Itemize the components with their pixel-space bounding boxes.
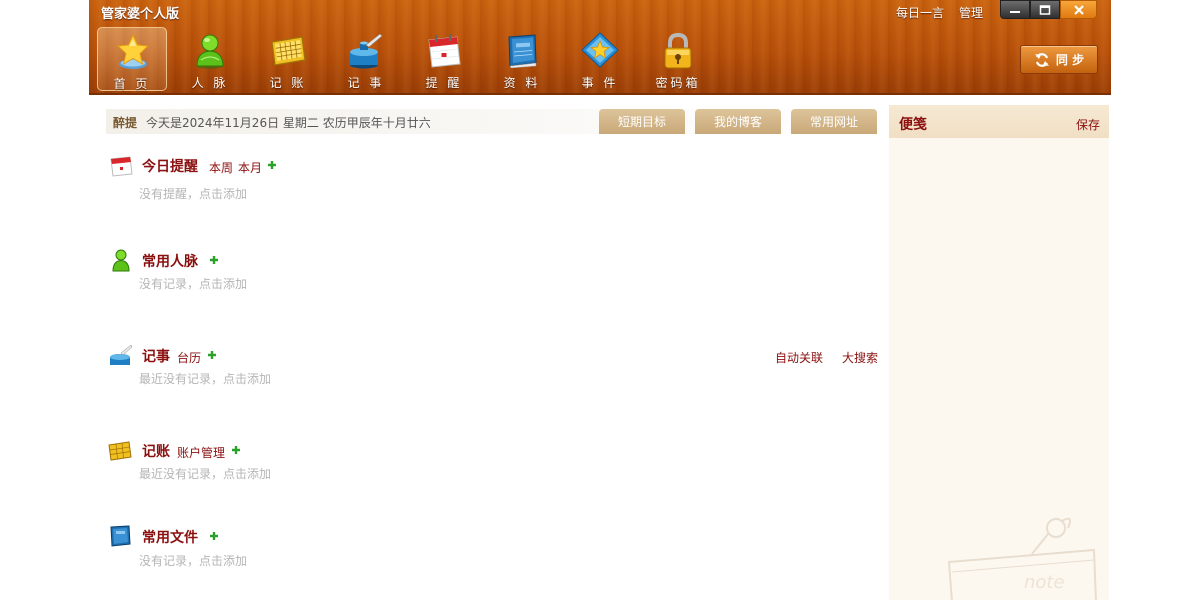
section-title-today-reminder: 今日提醒 [142,159,198,175]
event-star-icon [581,32,619,68]
toolbar-notes[interactable]: 记 事 [331,27,401,91]
maximize-button[interactable] [1030,0,1060,19]
toolbar-notes-label: 记 事 [347,76,385,90]
auto-link-button[interactable]: 自动关联 [775,349,823,366]
calendar-icon [428,34,461,68]
book-icon [110,525,131,547]
tab-common-urls[interactable]: 常用网址 [791,109,877,134]
note-save-button[interactable]: 保存 [1076,116,1100,133]
notes-empty-hint[interactable]: 最近没有记录，点击添加 [139,370,271,387]
close-icon [1073,4,1084,15]
accounting-empty-hint[interactable]: 最近没有记录，点击添加 [139,465,271,482]
reminder-this-week-link[interactable]: 本周 [209,159,233,176]
star-icon [116,33,150,69]
note-textarea[interactable] [889,138,1113,512]
sync-label: 同 步 [1055,53,1085,67]
minimize-button[interactable] [1000,0,1030,19]
tip-heading: 醉提 [113,116,138,130]
toolbar-contacts[interactable]: 人 脉 [175,27,245,91]
calculator-icon [108,441,132,461]
header-bar: 管家婆个人版 每日一言 管理 首 页 人 脉 记 账 记 事 提 醒 资 料 事… [89,0,1111,95]
contact-person-icon [112,249,130,272]
toolbar-home[interactable]: 首 页 [97,27,167,91]
notes-desk-calendar-link[interactable]: 台历 [177,349,201,366]
sync-button[interactable]: 同 步 [1020,45,1098,74]
app-window: 管家婆个人版 每日一言 管理 首 页 人 脉 记 账 记 事 提 醒 资 料 事… [89,0,1113,600]
reminder-this-month-link[interactable]: 本月 [238,159,262,176]
close-button[interactable] [1060,0,1097,19]
inkwell-icon [110,344,133,365]
lock-icon [664,32,692,69]
add-file-icon[interactable] [209,531,219,541]
note-panel-title: 便笺 [899,117,927,133]
toolbar-password-box[interactable]: 密码箱 [643,27,713,91]
note-panel: 便笺 保存 note [889,105,1113,600]
daily-quote-link[interactable]: 每日一言 [896,4,944,21]
toolbar-contacts-label: 人 脉 [191,76,229,90]
account-management-link[interactable]: 账户管理 [177,444,225,461]
calendar-icon [110,156,133,177]
section-title-notes: 记事 [142,349,170,365]
reminder-empty-hint[interactable]: 没有提醒，点击添加 [139,185,247,202]
toolbar-materials-label: 资 料 [503,76,541,90]
book-icon [508,34,537,69]
tab-short-term-goals[interactable]: 短期目标 [599,109,685,134]
calculator-icon [271,36,306,66]
refresh-icon [1034,52,1049,67]
section-title-accounting: 记账 [142,444,170,460]
toolbar-accounting[interactable]: 记 账 [253,27,323,91]
tab-my-blog[interactable]: 我的博客 [695,109,781,134]
manage-link[interactable]: 管理 [959,4,983,21]
section-title-contacts: 常用人脉 [142,254,198,270]
main-toolbar: 首 页 人 脉 记 账 记 事 提 醒 资 料 事 件 密码箱 [97,27,721,93]
contacts-empty-hint[interactable]: 没有记录，点击添加 [139,275,247,292]
toolbar-reminder-label: 提 醒 [425,76,463,90]
app-title: 管家婆个人版 [101,7,180,22]
svg-text:note: note [1024,572,1065,593]
toolbar-events-label: 事 件 [581,76,619,90]
note-pin-icon: note [947,517,1097,600]
toolbar-accounting-label: 记 账 [269,76,307,90]
note-panel-header: 便笺 保存 [889,105,1109,138]
files-empty-hint[interactable]: 没有记录，点击添加 [139,552,247,569]
inkwell-icon [350,33,383,69]
add-reminder-icon[interactable] [267,160,277,170]
big-search-button[interactable]: 大搜索 [842,349,878,366]
today-date-text: 今天是2024年11月26日 星期二 农历甲辰年十月廿六 [146,116,431,130]
toolbar-events[interactable]: 事 件 [565,27,635,91]
section-title-files: 常用文件 [142,530,198,546]
window-controls [1000,0,1098,19]
toolbar-home-label: 首 页 [113,77,151,91]
toolbar-password-box-label: 密码箱 [655,76,701,90]
add-contact-icon[interactable] [209,255,219,265]
add-note-icon[interactable] [207,350,217,360]
add-account-record-icon[interactable] [231,445,241,455]
toolbar-materials[interactable]: 资 料 [487,27,557,91]
contact-person-icon [196,34,224,69]
toolbar-reminder[interactable]: 提 醒 [409,27,479,91]
minimize-icon [1010,10,1020,13]
maximize-icon [1039,4,1051,15]
